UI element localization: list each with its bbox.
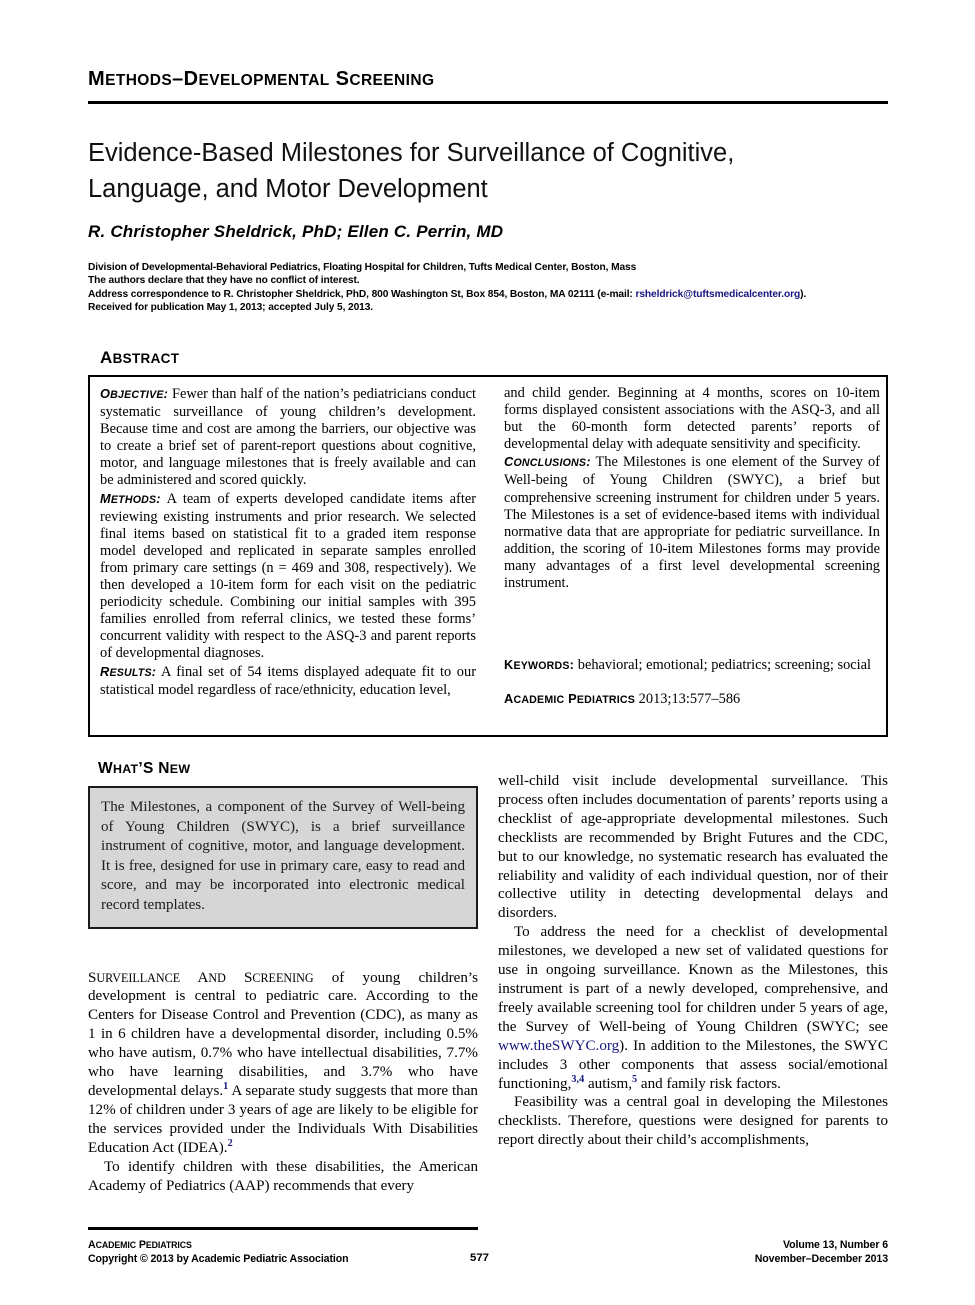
reference-marker-2[interactable]: 2 <box>228 1138 233 1149</box>
body-right-paragraph-2: To address the need for a checklist of d… <box>498 923 888 1093</box>
abstract-column-right: and child gender. Beginning at 4 months,… <box>504 385 880 730</box>
body-right-paragraph-3: Feasibility was a central goal in develo… <box>498 1094 888 1149</box>
abstract-journal-citation: ACADEMIC PEDIATRICS 2013;13:577–586 <box>504 690 880 709</box>
header-rule <box>88 101 888 104</box>
body-right-p2-c: autism, <box>584 1075 632 1092</box>
abstract-results: RESULTS: A final set of 54 items display… <box>100 663 476 699</box>
page-number: 577 <box>470 1252 490 1264</box>
abstract-keywords-label: KEYWORDS: <box>504 657 575 673</box>
correspondence-email-link[interactable]: rsheldrick@tuftsmedicalcenter.org <box>635 289 800 300</box>
abstract-results-label: RESULTS: <box>100 663 157 679</box>
page-title: Evidence-Based Milestones for Surveillan… <box>88 135 878 207</box>
correspondence-prefix: Address correspondence to R. Christopher… <box>88 288 636 300</box>
footer-issue-date: November–December 2013 <box>754 1253 888 1265</box>
title-line-2: Language, and Motor Development <box>88 175 488 203</box>
footer-rule <box>88 1227 478 1230</box>
footer-row-1: ACADEMIC PEDIATRICS Volume 13, Number 6 <box>88 1238 888 1252</box>
conflict-statement: The authors declare that they have no co… <box>88 275 360 287</box>
correspondence-line: Address correspondence to R. Christopher… <box>88 288 888 301</box>
abstract-keywords: KEYWORDS: behavioral; emotional; pediatr… <box>504 656 880 675</box>
title-line-1: Evidence-Based Milestones for Surveillan… <box>88 139 735 167</box>
abstract-heading: ABSTRACT <box>100 348 180 367</box>
body-left-paragraphs: SURVEILLANCE AND SCREENING of young chil… <box>88 969 478 1196</box>
running-head-text: METHODS–DEVELOPMENTAL SCREENING <box>88 68 435 90</box>
received-line: Received for publication May 1, 2013; ac… <box>88 302 374 314</box>
footer-spacer-2 <box>479 1252 605 1266</box>
footer-journal-name: ACADEMIC PEDIATRICS <box>88 1239 192 1251</box>
footer-volume: Volume 13, Number 6 <box>782 1239 888 1251</box>
abstract-methods-label: METHODS: <box>100 490 161 506</box>
abstract-conclusions: CONCLUSIONS: The Milestones is one eleme… <box>504 453 880 592</box>
abstract-columns: OBJECTIVE: Fewer than half of the nation… <box>100 385 880 730</box>
body-column-right: well-child visit include developmental s… <box>498 772 888 1150</box>
correspondence-suffix: ). <box>800 288 807 300</box>
abstract-objective-text: Fewer than half of the nation’s pediatri… <box>100 386 476 489</box>
journal-citation-text: 2013;13:577–586 <box>638 691 741 708</box>
whats-new-heading: WHAT’S NEW <box>98 760 191 777</box>
whats-new-box: The Milestones, a component of the Surve… <box>88 786 478 929</box>
body-column-left: WHAT’S NEW The Milestones, a component o… <box>88 760 478 1195</box>
abstract-column-left: OBJECTIVE: Fewer than half of the nation… <box>100 385 476 730</box>
abstract-methods-text: A team of experts developed candidate it… <box>100 490 477 662</box>
affiliation-block: Division of Developmental-Behavioral Ped… <box>88 261 888 315</box>
running-head: METHODS–DEVELOPMENTAL SCREENING <box>88 68 888 91</box>
abstract-results-continued: and child gender. Beginning at 4 months,… <box>504 385 880 453</box>
author-list: R. Christopher Sheldrick, PhD; Ellen C. … <box>88 222 504 241</box>
journal-name-label: ACADEMIC PEDIATRICS <box>504 691 636 707</box>
article-page: METHODS–DEVELOPMENTAL SCREENING Evidence… <box>0 0 975 1305</box>
footer-spacer <box>479 1238 605 1252</box>
abstract-methods: METHODS: A team of experts developed can… <box>100 490 476 663</box>
body-right-p2-a: To address the need for a checklist of d… <box>498 924 888 1035</box>
abstract-conclusions-text: The Milestones is one element of the Sur… <box>504 454 881 592</box>
abstract-keywords-text: behavioral; emotional; pediatrics; scree… <box>577 657 872 674</box>
reference-marker-3-4[interactable]: 3,4 <box>571 1073 584 1084</box>
footer-copyright: Copyright © 2013 by Academic Pediatric A… <box>88 1253 349 1265</box>
body-right-paragraph-1: well-child visit include developmental s… <box>498 773 888 922</box>
abstract-objective: OBJECTIVE: Fewer than half of the nation… <box>100 385 476 490</box>
abstract-conclusions-label: CONCLUSIONS: <box>504 454 591 470</box>
body-right-p2-d: and family risk factors. <box>637 1075 781 1092</box>
whats-new-text: The Milestones, a component of the Surve… <box>101 799 465 913</box>
abstract-objective-label: OBJECTIVE: <box>100 386 169 401</box>
opening-small-caps: SURVEILLANCE AND SCREENING <box>88 969 314 986</box>
body-p1-text: of young children’s development is centr… <box>88 969 478 1099</box>
swyc-website-link[interactable]: www.theSWYC.org <box>498 1038 619 1054</box>
abstract-results-continuation: and child gender. Beginning at 4 months,… <box>504 385 880 453</box>
body-paragraph-2: To identify children with these disabili… <box>88 1158 478 1194</box>
body-paragraph-1: SURVEILLANCE AND SCREENING of young chil… <box>88 969 478 1158</box>
abstract-results-text: A final set of 54 items displayed adequa… <box>100 663 476 698</box>
affiliation-line: Division of Developmental-Behavioral Ped… <box>88 262 637 273</box>
